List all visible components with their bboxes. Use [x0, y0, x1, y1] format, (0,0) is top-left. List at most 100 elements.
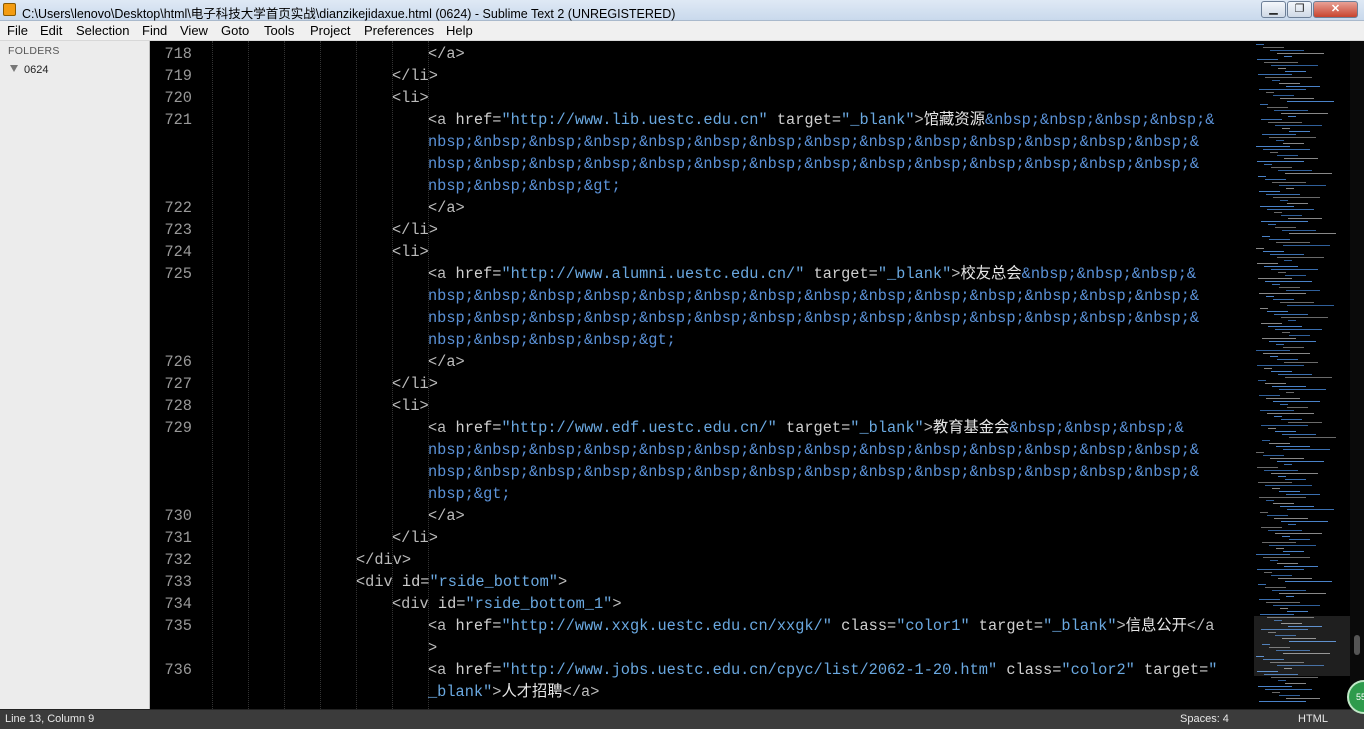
minimap-line — [1258, 482, 1292, 483]
menu-file[interactable]: File — [7, 23, 28, 38]
code-line[interactable]: nbsp;&nbsp;&nbsp;&nbsp;&nbsp;&nbsp;&nbsp… — [150, 153, 1248, 175]
close-button[interactable]: ✕ — [1313, 1, 1358, 18]
code-line[interactable]: 736 <a href="http://www.jobs.uestc.edu.cn… — [150, 659, 1248, 681]
code-token: <li> — [392, 89, 429, 107]
code-line[interactable]: 733 <div id="rside_bottom"> — [150, 571, 1248, 593]
minimize-button[interactable]: ▁ — [1261, 1, 1286, 18]
menu-find[interactable]: Find — [142, 23, 167, 38]
minimap-line — [1283, 449, 1330, 450]
code-token: > — [428, 639, 438, 657]
code-line[interactable]: 731 </li> — [150, 527, 1248, 549]
title-bar: C:\Users\lenovo\Desktop\html\电子科技大学首页实战\… — [0, 0, 1364, 21]
menu-selection[interactable]: Selection — [76, 23, 129, 38]
minimap-line — [1262, 338, 1296, 339]
code-line[interactable]: nbsp;&nbsp;&nbsp;&nbsp;&nbsp;&nbsp;&nbsp… — [150, 307, 1248, 329]
menu-edit[interactable]: Edit — [40, 23, 62, 38]
code-token: target= — [1134, 661, 1209, 679]
minimap-line — [1281, 419, 1302, 420]
vertical-scrollbar[interactable] — [1350, 41, 1364, 709]
code-line[interactable]: 726 </a> — [150, 351, 1248, 373]
minimap-line — [1260, 206, 1294, 207]
code-line[interactable]: _blank">人才招聘</a> — [150, 681, 1248, 703]
line-number: 730 — [164, 507, 192, 525]
sidebar-folder-0624[interactable]: 0624 — [10, 64, 48, 76]
code-line[interactable]: 728 <li> — [150, 395, 1248, 417]
minimap-line — [1263, 353, 1310, 354]
minimap-line — [1266, 296, 1274, 297]
code-line[interactable]: 724 <li> — [150, 241, 1248, 263]
code-text: </a> — [428, 43, 465, 65]
minimap-line — [1272, 692, 1280, 693]
code-line[interactable]: 720 <li> — [150, 87, 1248, 109]
code-editor[interactable]: 718 </a> 719 </li> 720 <li> 721 <a href="http:/… — [150, 41, 1248, 709]
code-line[interactable]: 732 </div> — [150, 549, 1248, 571]
code-line[interactable]: 721 <a href="http://www.lib.uestc.edu.cn"… — [150, 109, 1248, 131]
code-line[interactable]: nbsp;&nbsp;&nbsp;&nbsp;&nbsp;&nbsp;&nbsp… — [150, 285, 1248, 307]
minimap-line — [1275, 125, 1322, 126]
minimap-line — [1268, 224, 1276, 225]
menu-view[interactable]: View — [180, 23, 208, 38]
menu-tools[interactable]: Tools — [264, 23, 294, 38]
code-line[interactable]: 722 </a> — [150, 197, 1248, 219]
code-text: <a href="http://www.lib.uestc.edu.cn" ta… — [428, 109, 1214, 131]
indentation-setting[interactable]: Spaces: 4 — [1180, 713, 1229, 725]
minimap-line — [1286, 596, 1294, 597]
code-line[interactable]: 729 <a href="http://www.edf.uestc.edu.cn/… — [150, 417, 1248, 439]
code-line[interactable]: 730 </a> — [150, 505, 1248, 527]
code-text: nbsp;&gt; — [428, 483, 511, 505]
minimap-line — [1262, 440, 1270, 441]
code-line[interactable]: 723 </li> — [150, 219, 1248, 241]
minimap-line — [1257, 59, 1278, 60]
maximize-button[interactable]: ❐ — [1287, 1, 1312, 18]
minimap-line — [1280, 302, 1314, 303]
code-token: <a — [428, 111, 456, 129]
code-line[interactable]: nbsp;&nbsp;&nbsp;&nbsp;&nbsp;&nbsp;&nbsp… — [150, 439, 1248, 461]
minimap-line — [1282, 128, 1290, 129]
expand-triangle-icon[interactable] — [10, 65, 18, 72]
minimap-line — [1285, 173, 1332, 174]
code-line[interactable]: nbsp;&nbsp;&nbsp;&nbsp;&nbsp;&nbsp;&nbsp… — [150, 131, 1248, 153]
code-line[interactable]: 719 </li> — [150, 65, 1248, 87]
menu-project[interactable]: Project — [310, 23, 350, 38]
code-line[interactable]: nbsp;&gt; — [150, 483, 1248, 505]
menu-goto[interactable]: Goto — [221, 23, 249, 38]
minimap-line — [1258, 584, 1266, 585]
minimap-line — [1284, 158, 1318, 159]
code-line[interactable]: > — [150, 637, 1248, 659]
minimap-line — [1260, 308, 1268, 309]
code-line[interactable]: 727 </li> — [150, 373, 1248, 395]
code-line[interactable]: 725 <a href="http://www.alumni.uestc.edu.… — [150, 263, 1248, 285]
code-line[interactable]: nbsp;&nbsp;&nbsp;&gt; — [150, 175, 1248, 197]
code-token: > — [914, 111, 924, 129]
scrollbar-thumb[interactable] — [1354, 635, 1360, 655]
code-line[interactable]: 735 <a href="http://www.xxgk.uestc.edu.cn… — [150, 615, 1248, 637]
menu-preferences[interactable]: Preferences — [364, 23, 434, 38]
minimap-line — [1280, 608, 1288, 609]
minimap-line — [1271, 575, 1292, 576]
code-line[interactable]: nbsp;&nbsp;&nbsp;&nbsp;&gt; — [150, 329, 1248, 351]
code-token: id= — [401, 573, 430, 591]
minimap-viewport[interactable] — [1254, 616, 1350, 676]
code-token: nbsp;&nbsp;&nbsp;&nbsp;&nbsp;&nbsp;&nbsp… — [428, 309, 1200, 327]
code-token: 馆藏资源 — [923, 111, 985, 129]
minimap-line — [1264, 62, 1298, 63]
code-text: nbsp;&nbsp;&nbsp;&nbsp;&nbsp;&nbsp;&nbsp… — [428, 439, 1199, 461]
minimap-line — [1276, 548, 1284, 549]
minimap-line — [1258, 686, 1292, 687]
code-text: _blank">人才招聘</a> — [428, 681, 599, 703]
code-token: href= — [455, 617, 502, 635]
code-token: nbsp;&gt; — [428, 485, 511, 503]
minimap-line — [1282, 230, 1316, 231]
syntax-mode[interactable]: HTML — [1298, 713, 1328, 725]
code-line[interactable]: 734 <div id="rside_bottom_1"> — [150, 593, 1248, 615]
minimap-line — [1266, 500, 1274, 501]
code-line[interactable]: nbsp;&nbsp;&nbsp;&nbsp;&nbsp;&nbsp;&nbsp… — [150, 461, 1248, 483]
minimap-line — [1281, 521, 1328, 522]
menu-help[interactable]: Help — [446, 23, 473, 38]
minimap[interactable] — [1248, 41, 1350, 709]
minimap-line — [1269, 443, 1290, 444]
code-line[interactable]: 718 </a> — [150, 43, 1248, 65]
minimap-line — [1279, 491, 1300, 492]
minimap-line — [1265, 281, 1312, 282]
minimap-line — [1274, 314, 1308, 315]
